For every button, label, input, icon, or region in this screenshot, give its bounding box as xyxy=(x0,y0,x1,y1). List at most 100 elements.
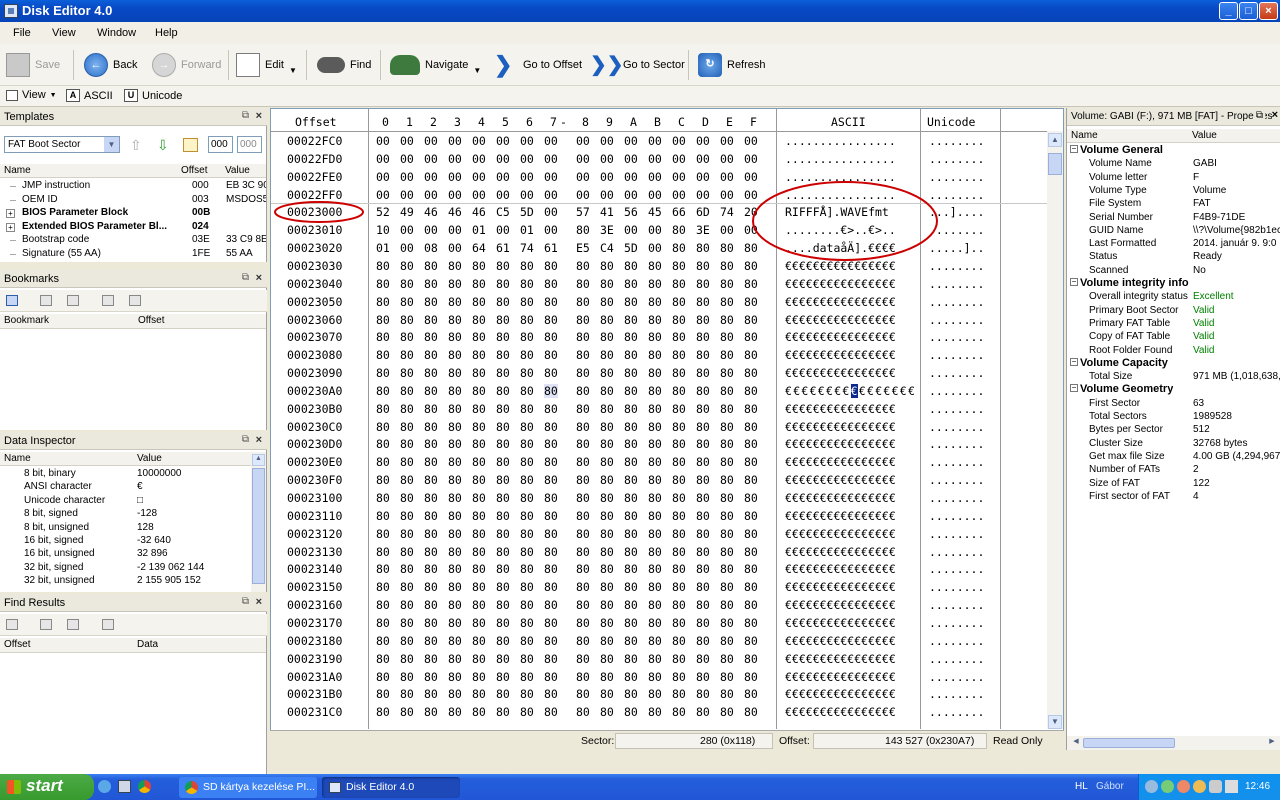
hex-byte[interactable]: 80 xyxy=(400,491,414,505)
hex-byte[interactable]: 80 xyxy=(400,420,414,434)
hex-byte[interactable]: 80 xyxy=(720,634,734,648)
hex-byte[interactable]: 80 xyxy=(472,509,486,523)
hex-byte[interactable]: 80 xyxy=(544,580,558,594)
hex-byte[interactable]: 80 xyxy=(400,527,414,541)
hex-byte[interactable]: 80 xyxy=(376,545,390,559)
hex-byte[interactable]: 80 xyxy=(496,420,510,434)
pin-icon[interactable]: ⧉ xyxy=(242,110,249,121)
hex-row[interactable]: 00023120 80 80 80 80 80 80 80 80 80 80 80 80 80 80 80 80… xyxy=(271,527,1055,545)
hex-byte[interactable]: 80 xyxy=(400,313,414,327)
template-select[interactable]: FAT Boot Sector ▼ xyxy=(4,136,120,153)
edit-button[interactable]: Edit ▼ xyxy=(236,50,297,80)
hex-byte[interactable]: 80 xyxy=(576,348,590,362)
hex-byte[interactable]: 80 xyxy=(576,509,590,523)
hex-byte[interactable]: 80 xyxy=(600,455,614,469)
hex-byte[interactable]: 80 xyxy=(720,437,734,451)
hex-byte[interactable]: 80 xyxy=(744,330,758,344)
save-button[interactable]: Save xyxy=(6,50,60,80)
hex-byte[interactable]: 80 xyxy=(720,580,734,594)
hex-byte[interactable]: 80 xyxy=(576,437,590,451)
hex-byte[interactable]: 80 xyxy=(600,580,614,594)
hex-byte[interactable]: 80 xyxy=(496,652,510,666)
hex-byte[interactable]: 80 xyxy=(624,384,638,398)
find-button[interactable]: Find xyxy=(317,50,371,80)
row-unicode[interactable]: ........ xyxy=(929,330,984,344)
template-offset-field[interactable]: 000 xyxy=(208,136,233,153)
hex-byte[interactable]: 80 xyxy=(648,348,662,362)
hex-byte[interactable]: 80 xyxy=(600,616,614,630)
hex-byte[interactable]: 80 xyxy=(496,670,510,684)
hex-byte[interactable]: 80 xyxy=(600,545,614,559)
hex-byte[interactable]: 80 xyxy=(576,420,590,434)
row-unicode[interactable]: ........ xyxy=(929,527,984,541)
hex-byte[interactable]: 80 xyxy=(720,670,734,684)
ascii-char[interactable]: € xyxy=(892,384,899,398)
hex-byte[interactable]: 80 xyxy=(544,348,558,362)
hex-byte[interactable]: 80 xyxy=(624,652,638,666)
hex-byte[interactable]: 80 xyxy=(496,545,510,559)
hex-byte[interactable]: 80 xyxy=(648,562,662,576)
hex-byte[interactable]: 80 xyxy=(624,420,638,434)
hex-byte[interactable]: 80 xyxy=(520,705,534,719)
hex-byte[interactable]: 80 xyxy=(424,473,438,487)
row-unicode[interactable]: ........ xyxy=(929,313,984,327)
hex-byte[interactable]: 80 xyxy=(376,509,390,523)
close-icon[interactable]: × xyxy=(256,272,262,284)
hex-byte[interactable]: 80 xyxy=(600,402,614,416)
hex-byte[interactable]: 80 xyxy=(576,402,590,416)
hex-byte[interactable]: 80 xyxy=(376,420,390,434)
close-icon[interactable]: × xyxy=(256,596,262,608)
template-size-field[interactable]: 000 xyxy=(237,136,262,153)
hex-byte[interactable]: 80 xyxy=(400,509,414,523)
hex-byte[interactable]: 80 xyxy=(424,652,438,666)
property-group[interactable]: − Volume integrity info xyxy=(1067,277,1280,290)
hex-byte[interactable]: 80 xyxy=(448,330,462,344)
hex-byte[interactable]: 80 xyxy=(648,366,662,380)
property-group[interactable]: − Volume Capacity xyxy=(1067,357,1280,370)
hex-byte[interactable]: 80 xyxy=(696,313,710,327)
unicode-toggle[interactable]: U Unicode xyxy=(124,89,182,102)
hex-byte[interactable]: 80 xyxy=(576,545,590,559)
hex-byte[interactable]: 80 xyxy=(496,455,510,469)
hex-byte[interactable]: 80 xyxy=(424,509,438,523)
hex-row[interactable]: 00023190 80 80 80 80 80 80 80 80 80 80 80 80 80 80 80 80… xyxy=(271,652,1055,670)
hex-row[interactable]: 000230D0 80 80 80 80 80 80 80 80 80 80 80 80 80 80 80 80… xyxy=(271,437,1055,455)
hex-byte[interactable]: 80 xyxy=(448,687,462,701)
property-row[interactable]: First Sector 63 xyxy=(1067,398,1280,411)
hex-byte[interactable]: 80 xyxy=(720,455,734,469)
hex-byte[interactable]: 80 xyxy=(544,562,558,576)
row-ascii[interactable]: €€€€€€€€€€€€€€€€ xyxy=(785,437,896,451)
property-row[interactable]: Overall integrity status Excellent xyxy=(1067,291,1280,304)
hex-byte[interactable]: 80 xyxy=(648,616,662,630)
hex-byte[interactable]: 80 xyxy=(672,687,686,701)
template-row[interactable]: OEM ID 003 MSDOS5. xyxy=(0,194,266,207)
hex-byte[interactable]: 80 xyxy=(496,616,510,630)
result-up-icon[interactable] xyxy=(40,619,52,630)
row-ascii[interactable]: €€€€€€€€€€€€€€€€ xyxy=(785,580,896,594)
hex-byte[interactable]: 80 xyxy=(744,420,758,434)
result-down-icon[interactable] xyxy=(67,619,79,630)
hex-byte[interactable]: 80 xyxy=(672,420,686,434)
hex-byte[interactable]: 80 xyxy=(624,455,638,469)
hex-byte[interactable]: 80 xyxy=(696,652,710,666)
inspector-scrollbar[interactable]: ▲ xyxy=(251,452,266,592)
hex-byte[interactable]: 80 xyxy=(672,634,686,648)
hex-byte[interactable]: 80 xyxy=(744,527,758,541)
start-button[interactable]: start xyxy=(0,774,94,800)
row-unicode[interactable]: ........ xyxy=(929,491,984,505)
hex-byte[interactable]: 80 xyxy=(600,491,614,505)
ascii-char[interactable]: € xyxy=(867,384,874,398)
hex-byte[interactable]: 80 xyxy=(600,473,614,487)
row-unicode[interactable]: ........ xyxy=(929,562,984,576)
hex-byte[interactable]: 80 xyxy=(448,545,462,559)
hex-byte[interactable]: 80 xyxy=(496,366,510,380)
hex-byte[interactable]: 80 xyxy=(376,705,390,719)
hex-byte[interactable]: 80 xyxy=(520,580,534,594)
hex-byte[interactable]: 80 xyxy=(472,384,486,398)
hex-byte[interactable]: 80 xyxy=(624,491,638,505)
hex-byte[interactable]: 80 xyxy=(400,545,414,559)
hex-byte[interactable]: 80 xyxy=(448,580,462,594)
hex-row[interactable]: 000231C0 80 80 80 80 80 80 80 80 80 80 80 80 80 80 80 80… xyxy=(271,705,1055,723)
inspector-row[interactable]: 8 bit, binary 10000000 xyxy=(0,468,250,481)
hex-row[interactable]: 00023160 80 80 80 80 80 80 80 80 80 80 80 80 80 80 80 80… xyxy=(271,598,1055,616)
